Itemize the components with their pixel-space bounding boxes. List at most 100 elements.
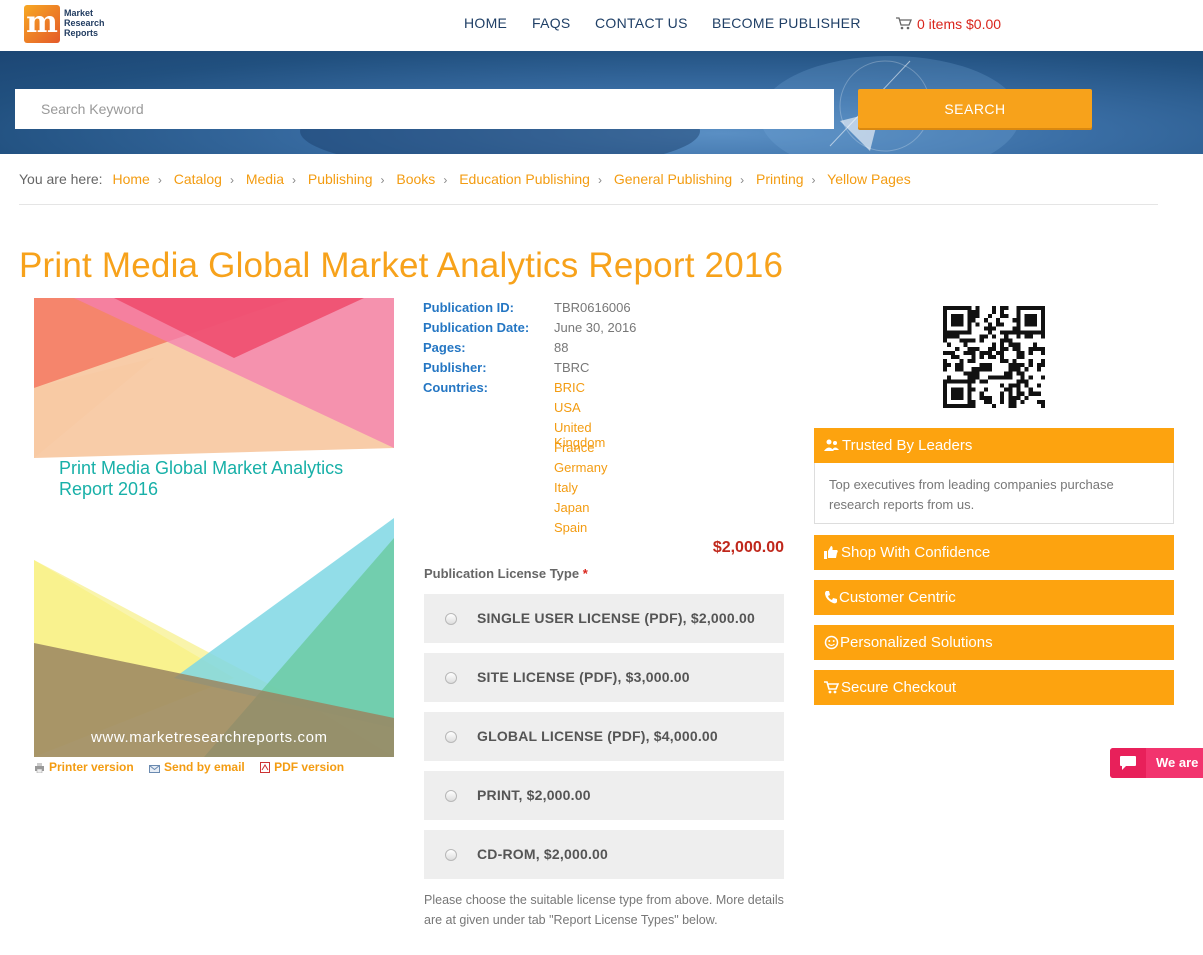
license-option-label: GLOBAL LICENSE (PDF), $4,000.00	[477, 728, 718, 744]
detail-value: TBRC	[554, 360, 590, 375]
nav-become-publisher[interactable]: BECOME PUBLISHER	[712, 15, 861, 31]
chat-label: We are	[1156, 755, 1199, 770]
detail-value: June 30, 2016	[554, 320, 637, 335]
license-option-label: CD-ROM, $2,000.00	[477, 846, 609, 862]
detail-label: Publisher:	[423, 360, 487, 375]
users-icon	[824, 439, 839, 451]
logo-mark-icon: m	[24, 5, 60, 43]
detail-value: 88	[554, 340, 569, 355]
nav-faqs[interactable]: FAQS	[532, 15, 571, 31]
breadcrumb-books[interactable]: Books	[396, 171, 435, 187]
cover-url: www.marketresearchreports.com	[91, 729, 328, 746]
personalized-solutions-box[interactable]: Personalized Solutions	[814, 625, 1174, 660]
chevron-right-icon: ›	[443, 173, 448, 187]
license-radio[interactable]	[445, 790, 457, 802]
smile-icon	[824, 635, 839, 650]
breadcrumb-yellow-pages[interactable]: Yellow Pages	[827, 171, 911, 187]
cart-summary: 0 items $0.00	[917, 16, 1002, 32]
pdf-icon	[260, 762, 271, 773]
breadcrumb-divider	[19, 204, 1158, 205]
chevron-right-icon: ›	[740, 173, 745, 187]
country-link[interactable]: Spain	[554, 520, 587, 535]
license-option-site[interactable]: SITE LICENSE (PDF), $3,000.00	[424, 653, 784, 702]
country-link[interactable]: BRIC	[554, 380, 585, 395]
trusted-by-leaders-title: Trusted By Leaders	[842, 437, 973, 454]
send-by-email-link[interactable]: Send by email	[149, 760, 245, 774]
logo-text: Market Research Reports	[64, 8, 105, 38]
breadcrumb-publishing[interactable]: Publishing	[308, 171, 373, 187]
license-type-heading: Publication License Type *	[424, 566, 588, 581]
pdf-version-link[interactable]: PDF version	[260, 760, 344, 774]
detail-label: Publication Date:	[423, 320, 530, 335]
license-option-print[interactable]: PRINT, $2,000.00	[424, 771, 784, 820]
detail-label: Countries:	[423, 380, 488, 395]
breadcrumb-education-publishing[interactable]: Education Publishing	[459, 171, 590, 187]
license-radio[interactable]	[445, 672, 457, 684]
shopping-cart-icon	[824, 681, 839, 694]
qr-code-image	[943, 306, 1045, 408]
license-radio[interactable]	[445, 849, 457, 861]
phone-icon	[825, 591, 837, 604]
pdf-version-label: PDF version	[274, 760, 345, 774]
chevron-right-icon: ›	[380, 173, 385, 187]
breadcrumb: You are here: Home › Catalog › Media › Publ…	[19, 171, 911, 187]
chevron-right-icon: ›	[597, 173, 602, 187]
breadcrumb-home[interactable]: Home	[112, 171, 149, 187]
personalized-solutions-label: Personalized Solutions	[840, 634, 993, 651]
trusted-by-leaders-header: Trusted By Leaders	[814, 428, 1174, 463]
license-option-single-user[interactable]: SINGLE USER LICENSE (PDF), $2,000.00	[424, 594, 784, 643]
cart-link[interactable]: 0 items $0.00	[896, 16, 1001, 32]
chevron-right-icon: ›	[292, 173, 296, 187]
required-marker: *	[582, 566, 588, 581]
chevron-right-icon: ›	[157, 173, 162, 187]
search-input[interactable]	[15, 89, 834, 129]
shop-with-confidence-label: Shop With Confidence	[841, 544, 991, 561]
breadcrumb-printing[interactable]: Printing	[756, 171, 803, 187]
cover-artwork	[34, 298, 394, 757]
cart-icon	[896, 17, 912, 30]
live-chat-widget[interactable]: We are	[1110, 748, 1203, 778]
email-icon	[149, 765, 161, 773]
detail-label: Pages:	[423, 340, 466, 355]
trusted-by-leaders-text: Top executives from leading companies pu…	[814, 463, 1174, 524]
secure-checkout-label: Secure Checkout	[841, 679, 957, 696]
search-banner: SEARCH	[0, 51, 1203, 154]
chevron-right-icon: ›	[229, 173, 234, 187]
chat-bubble-icon	[1110, 748, 1146, 778]
cover-actions: Printer version Send by email PDF versio…	[34, 760, 356, 774]
license-option-cd-rom[interactable]: CD-ROM, $2,000.00	[424, 830, 784, 879]
printer-icon	[35, 763, 44, 774]
license-radio[interactable]	[445, 613, 457, 625]
country-link[interactable]: Japan	[554, 500, 589, 515]
breadcrumb-lead: You are here:	[19, 171, 103, 187]
license-heading-label: Publication License Type	[424, 566, 580, 581]
nav-home[interactable]: HOME	[464, 15, 507, 31]
thumbs-up-icon	[824, 546, 838, 559]
site-logo[interactable]: m Market Research Reports	[24, 5, 106, 45]
breadcrumb-catalog[interactable]: Catalog	[174, 171, 222, 187]
country-link[interactable]: Italy	[554, 480, 578, 495]
license-note: Please choose the suitable license type …	[424, 893, 784, 927]
country-link[interactable]: Germany	[554, 460, 607, 475]
license-option-label: SINGLE USER LICENSE (PDF), $2,000.00	[477, 610, 755, 626]
country-link[interactable]: USA	[554, 400, 581, 415]
nav-contact-us[interactable]: CONTACT US	[595, 15, 688, 31]
customer-centric-box[interactable]: Customer Centric	[814, 580, 1174, 615]
cover-title: Print Media Global Market Analytics Repo…	[59, 458, 344, 499]
printer-version-link[interactable]: Printer version	[34, 760, 134, 774]
page-title: Print Media Global Market Analytics Repo…	[19, 246, 784, 285]
detail-value: TBR0616006	[554, 300, 631, 315]
license-option-label: PRINT, $2,000.00	[477, 787, 591, 803]
printer-version-label: Printer version	[49, 760, 134, 774]
report-cover-image: Print Media Global Market Analytics Repo…	[34, 298, 394, 757]
report-price: $2,000.00	[712, 539, 784, 556]
breadcrumb-media[interactable]: Media	[246, 171, 284, 187]
search-button[interactable]: SEARCH	[858, 89, 1092, 128]
country-link[interactable]: France	[554, 440, 594, 455]
secure-checkout-box[interactable]: Secure Checkout	[814, 670, 1174, 705]
license-radio[interactable]	[445, 731, 457, 743]
site-header: m Market Research Reports HOME FAQS CONT…	[0, 0, 1203, 51]
license-option-global[interactable]: GLOBAL LICENSE (PDF), $4,000.00	[424, 712, 784, 761]
shop-with-confidence-box[interactable]: Shop With Confidence	[814, 535, 1174, 570]
breadcrumb-general-publishing[interactable]: General Publishing	[614, 171, 732, 187]
